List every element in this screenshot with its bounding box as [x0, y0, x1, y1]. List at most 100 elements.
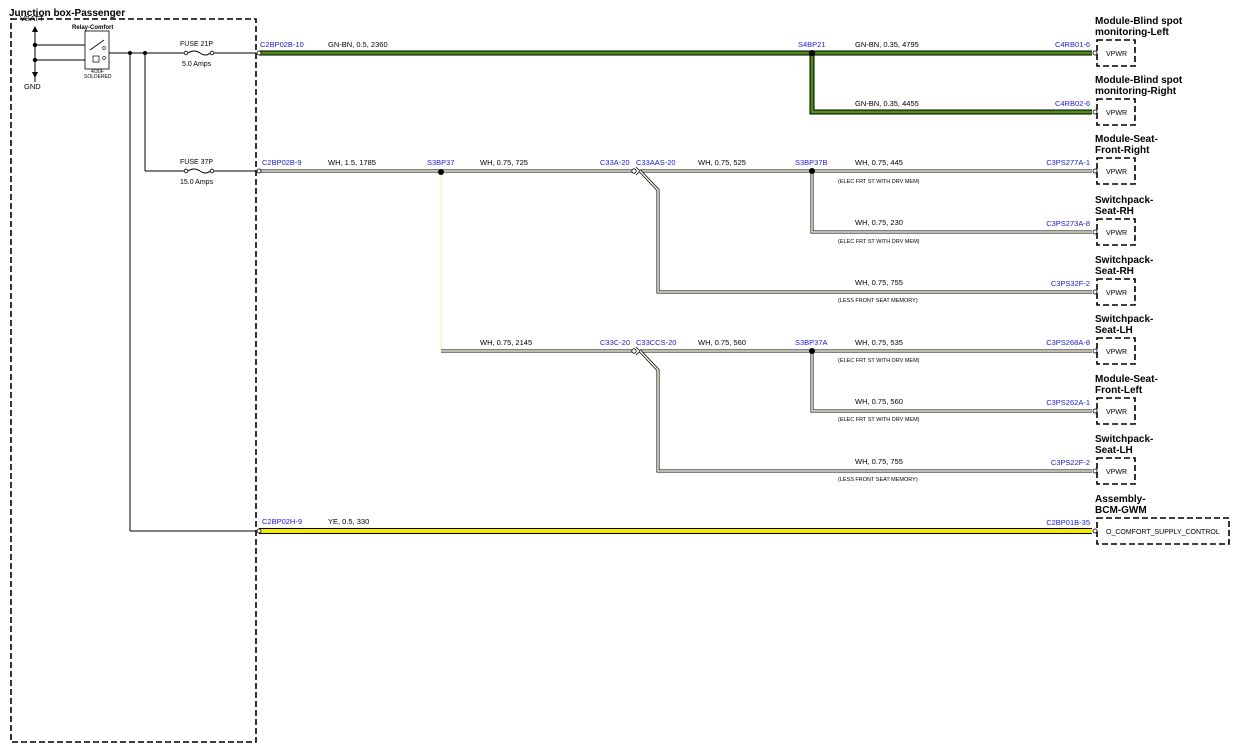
- wire-spec-wh-755-rh: WH, 0.75, 755: [855, 278, 903, 287]
- module-name-line1: Module-Blind spot: [1095, 75, 1183, 86]
- module-name-line2: Seat-LH: [1095, 325, 1133, 336]
- splice-s3bp37b-dot: [809, 168, 815, 174]
- wire-spec-wh-535: WH, 0.75, 535: [855, 338, 903, 347]
- jb-pin-marker-icon: [256, 50, 262, 56]
- fuse-21p-rating: 5.0 Amps: [182, 61, 212, 68]
- module-name-line2: Seat-LH: [1095, 445, 1133, 456]
- module-pin-label: C4RB01-6: [1055, 40, 1090, 49]
- module-pin-marker-icon: [1092, 348, 1098, 354]
- connector-c33c-label: C33C-20: [600, 338, 630, 347]
- module-name-line2: monitoring-Left: [1095, 27, 1170, 38]
- fuse-21p-icon: [183, 50, 189, 56]
- green-wire-group: [259, 50, 1092, 115]
- relay-note-2: SOLDERED: [84, 74, 112, 80]
- connector-c33ccs-label: C33CCS-20: [636, 338, 676, 347]
- wire-spec-wh-725: WH, 0.75, 725: [480, 158, 528, 167]
- module-name-line1: Switchpack-: [1095, 314, 1153, 325]
- wire-spec-wh-2145: WH, 0.75, 2145: [480, 338, 532, 347]
- wire-spec-wh-755-lh: WH, 0.75, 755: [855, 457, 903, 466]
- wire-spec-gn-bn-4795: GN-BN, 0.35, 4795: [855, 40, 919, 49]
- module-signal-label: VPWR: [1106, 230, 1127, 237]
- white-wire-group: [259, 166, 1092, 473]
- wire-spec-wh-445: WH, 0.75, 445: [855, 158, 903, 167]
- fuse-37p-icon: [183, 168, 189, 174]
- module-name-line1: Module-Seat-: [1095, 134, 1158, 145]
- module-name-line1: Module-Blind spot: [1095, 16, 1183, 27]
- module-pin-marker-icon: [1092, 168, 1098, 174]
- wire-spec-wh-560-main: WH, 0.75, 560: [698, 338, 746, 347]
- wire-note-755-lh: (LESS FRONT SEAT MEMORY): [838, 477, 918, 483]
- wire-spec-wh-525: WH, 0.75, 525: [698, 158, 746, 167]
- module-name-line1: Assembly-: [1095, 494, 1146, 505]
- module-name-line1: Switchpack-: [1095, 434, 1153, 445]
- module-list: Module-Blind spotmonitoring-LeftC4RB01-6…: [1046, 16, 1230, 545]
- wiring-diagram: Junction box-Passenger VBATT GND Relay-C…: [9, 8, 1230, 743]
- jb-pin-marker-icon: [256, 168, 262, 174]
- module-name-line2: Seat-RH: [1095, 206, 1134, 217]
- module-pin-label: C3PS22F-2: [1051, 458, 1090, 467]
- module-pin-marker-icon: [1092, 408, 1098, 414]
- connector-c33c-icon: [631, 348, 637, 354]
- module-name-line2: Seat-RH: [1095, 266, 1134, 277]
- module-pin-marker-icon: [1092, 528, 1098, 534]
- fuse-37p-icon: [209, 168, 215, 174]
- module-signal-label: O_COMFORT_SUPPLY_CONTROL: [1106, 529, 1220, 536]
- connector-c33a-icon: [631, 168, 637, 174]
- fuse-21p-icon: [209, 50, 215, 56]
- module-signal-label: VPWR: [1106, 290, 1127, 297]
- module-name-line2: Front-Right: [1095, 145, 1150, 156]
- wire-note-230: (ELEC FRT ST WITH DRV MEM): [838, 239, 920, 245]
- splice-s3bp37-dot: [438, 169, 444, 175]
- wire-note-535: (ELEC FRT ST WITH DRV MEM): [838, 358, 920, 364]
- module-signal-label: VPWR: [1106, 409, 1127, 416]
- splice-s4bp21-dot: [809, 50, 815, 56]
- splice-s3bp37a-label: S3BP37A: [795, 338, 828, 347]
- wire-spec-wh-560: WH, 0.75, 560: [855, 397, 903, 406]
- module-pin-marker-icon: [1092, 289, 1098, 295]
- wire-spec-gn-bn-4455: GN-BN, 0.35, 4455: [855, 99, 919, 108]
- module-pin-label: C2BP01B-35: [1046, 518, 1090, 527]
- wire-spec-gn-bn-2360: GN-BN, 0.5, 2360: [328, 40, 388, 49]
- module-signal-label: VPWR: [1106, 349, 1127, 356]
- junction-box-outline: [10, 18, 257, 743]
- relay-comfort-box: [84, 30, 110, 70]
- wire-spec-wh-1785: WH, 1.5, 1785: [328, 158, 376, 167]
- module-name-line2: Front-Left: [1095, 385, 1143, 396]
- splice-s3bp37a-dot: [809, 348, 815, 354]
- vbatt-label: VBATT: [20, 14, 44, 23]
- wire-spec-wh-230: WH, 0.75, 230: [855, 218, 903, 227]
- module-pin-label: C4RB02-6: [1055, 99, 1090, 108]
- gn-bn-wire-outline: [809, 53, 1092, 115]
- splice-s4bp21-label: S4BP21: [798, 40, 826, 49]
- wire-note-560: (ELEC FRT ST WITH DRV MEM): [838, 417, 920, 423]
- module-pin-marker-icon: [1092, 229, 1098, 235]
- wire-note-755-rh: (LESS FRONT SEAT MEMORY): [838, 298, 918, 304]
- module-pin-marker-icon: [1092, 50, 1098, 56]
- wire-spec-ye-330: YE, 0.5, 330: [328, 517, 369, 526]
- module-pin-label: C3PS277A-1: [1046, 158, 1090, 167]
- module-pin-marker-icon: [1092, 468, 1098, 474]
- jb-pin-marker-icon: [256, 528, 262, 534]
- module-pin-label: C3PS273A-8: [1046, 219, 1090, 228]
- module-pin-label: C3PS32F-2: [1051, 279, 1090, 288]
- module-pin-label: C3PS268A-8: [1046, 338, 1090, 347]
- module-signal-label: VPWR: [1106, 110, 1127, 117]
- pin-c2bp02b-10: C2BP02B-10: [260, 40, 304, 49]
- module-signal-label: VPWR: [1106, 169, 1127, 176]
- connector-c33aas-label: C33AAS-20: [636, 158, 676, 167]
- module-pin-marker-icon: [1092, 109, 1098, 115]
- fuse-37p-name: FUSE 37P: [180, 159, 213, 166]
- gnd-label: GND: [24, 82, 41, 91]
- module-signal-label: VPWR: [1106, 51, 1127, 58]
- wire-note-445: (ELEC FRT ST WITH DRV MEM): [838, 179, 920, 185]
- module-name-line2: BCM-GWM: [1095, 505, 1147, 516]
- module-pin-label: C3PS262A-1: [1046, 398, 1090, 407]
- module-name-line1: Switchpack-: [1095, 195, 1153, 206]
- pin-c2bp02b-9: C2BP02B-9: [262, 158, 302, 167]
- fuse-21p-name: FUSE 21P: [180, 41, 213, 48]
- splice-s3bp37b-label: S3BP37B: [795, 158, 828, 167]
- splice-s3bp37-label: S3BP37: [427, 158, 455, 167]
- fuse-37p-rating: 15.0 Amps: [180, 179, 214, 186]
- module-name-line2: monitoring-Right: [1095, 86, 1177, 97]
- connector-c33a-label: C33A-20: [600, 158, 630, 167]
